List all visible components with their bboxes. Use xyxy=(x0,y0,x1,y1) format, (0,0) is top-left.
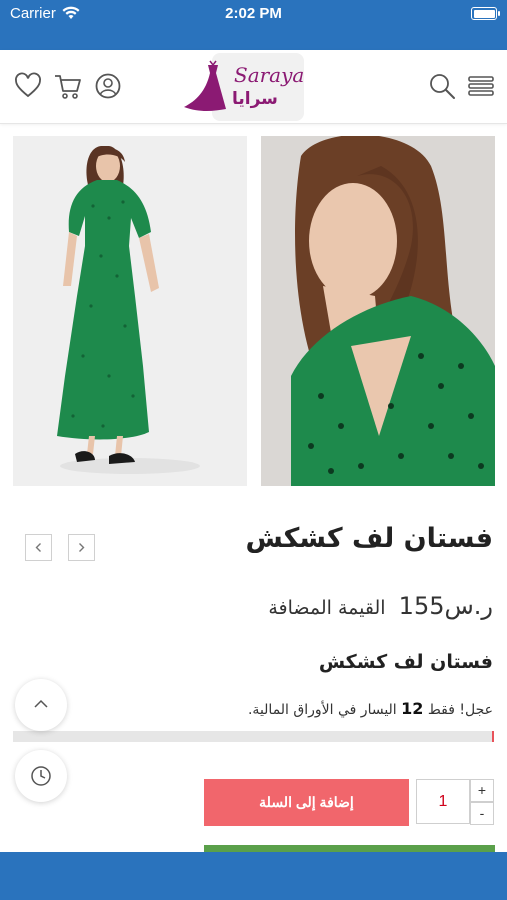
stock-prefix: عجل! فقط xyxy=(427,702,493,718)
quantity-increase-button[interactable]: + xyxy=(470,779,494,802)
search-icon[interactable] xyxy=(428,72,456,100)
stock-suffix: اليسار في الأوراق المالية. xyxy=(247,702,397,718)
clock-icon xyxy=(31,766,51,786)
chevron-right-icon xyxy=(79,543,85,552)
status-time: 2:02 PM xyxy=(225,5,282,22)
stock-notice: عجل! فقط 12 اليسار في الأوراق المالية. xyxy=(248,699,493,718)
chevron-left-icon xyxy=(35,543,41,552)
status-bar: Carrier 2:02 PM xyxy=(0,0,507,50)
product-image-front[interactable] xyxy=(261,136,495,486)
quantity-decrease-button[interactable]: - xyxy=(470,802,494,825)
app-header: Saraya سرايا xyxy=(0,50,507,124)
dress-logo-icon xyxy=(184,60,226,111)
product-price: ر.س155 القيمة المضافة xyxy=(268,592,493,620)
bottom-bar xyxy=(0,852,507,900)
cart-icon[interactable] xyxy=(54,72,82,100)
quantity-input[interactable] xyxy=(416,779,470,824)
user-icon[interactable] xyxy=(94,72,122,100)
image-prev-button[interactable] xyxy=(25,534,52,561)
recently-viewed-button[interactable] xyxy=(15,750,67,802)
image-next-button[interactable] xyxy=(68,534,95,561)
menu-icon[interactable] xyxy=(467,72,495,100)
price-amount: ر.س155 xyxy=(398,592,493,620)
stock-count: 12 xyxy=(401,699,424,718)
stock-progress-fill xyxy=(491,731,494,742)
scroll-top-button[interactable] xyxy=(15,679,67,731)
product-subtitle: فستان لف كشكش xyxy=(318,651,493,673)
stock-progress-bar xyxy=(13,731,494,742)
product-image-back[interactable] xyxy=(13,136,247,486)
logo-latin-text: Saraya xyxy=(234,63,305,87)
logo-arabic-text: سرايا xyxy=(232,89,278,109)
price-vat-label: القيمة المضافة xyxy=(268,597,386,619)
add-to-cart-button[interactable]: إضافة إلى السلة xyxy=(204,779,409,826)
heart-icon[interactable] xyxy=(14,72,42,100)
battery-icon xyxy=(471,7,500,20)
saraya-logo[interactable]: Saraya سرايا xyxy=(184,53,305,121)
product-title: فستان لف كشكش xyxy=(245,523,494,554)
chevron-up-icon xyxy=(34,699,48,708)
